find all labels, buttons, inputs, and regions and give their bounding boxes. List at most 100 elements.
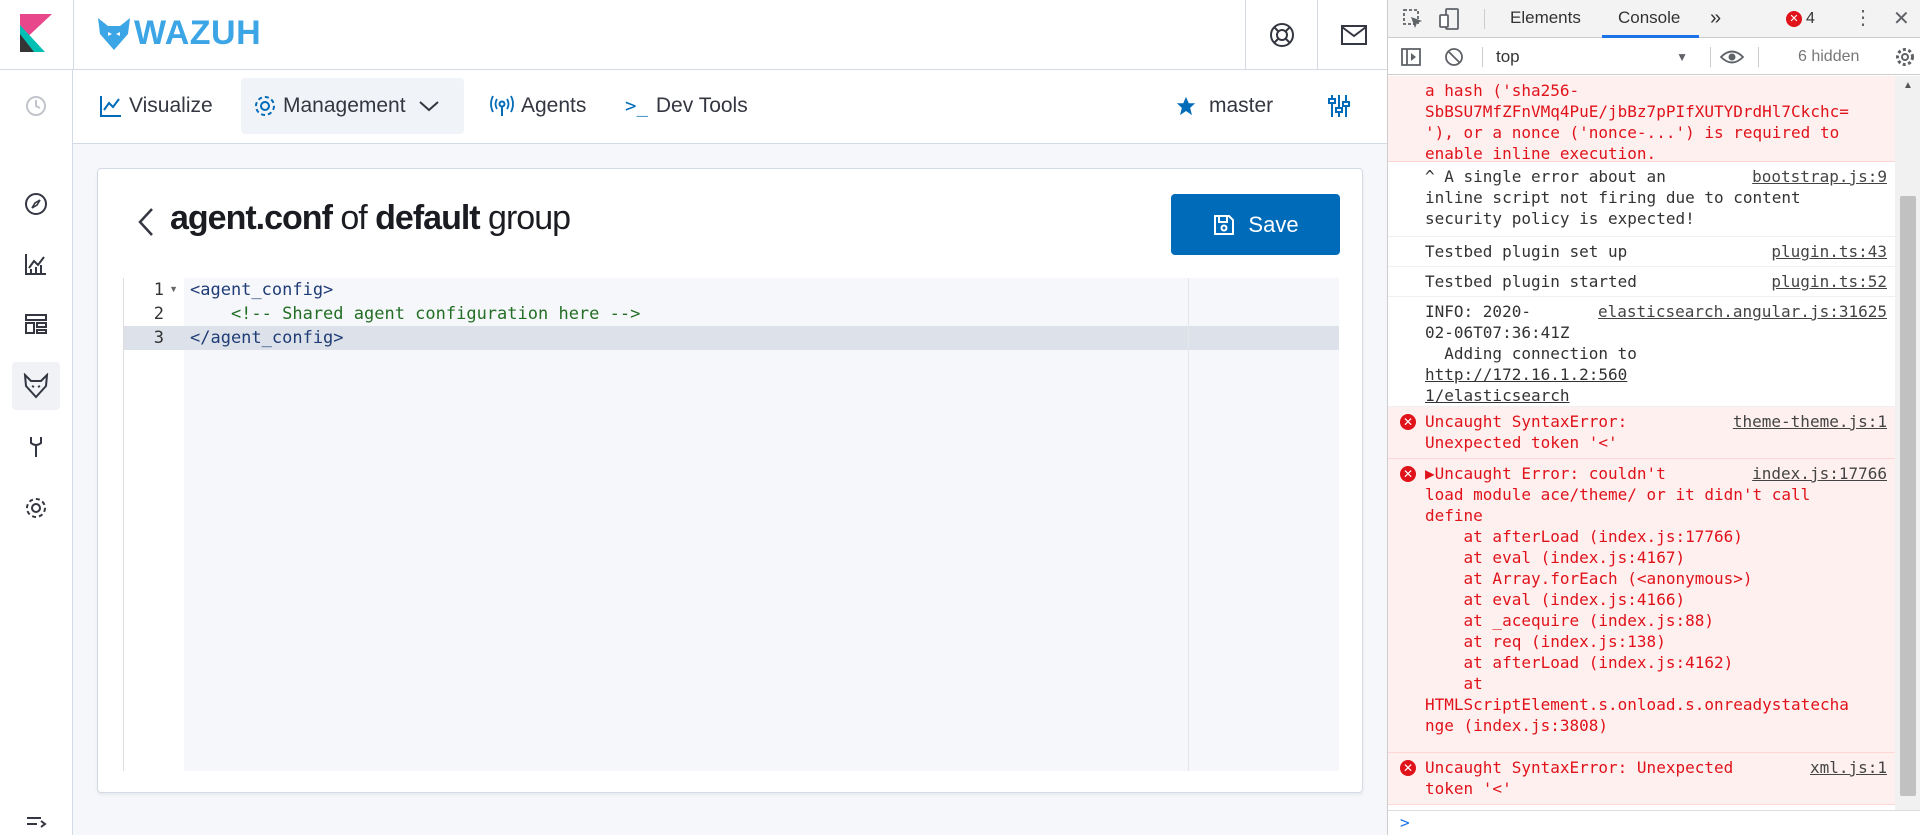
kibana-logo[interactable] [20,14,52,52]
header-bar: WAZUH [0,0,1387,70]
more-tabs-button[interactable]: » [1710,0,1721,38]
wazuh-wolf-icon [98,17,130,50]
wrench-icon [30,437,42,457]
show-sidebar-icon[interactable] [1400,47,1422,67]
line-number: 2 [153,304,164,324]
error-icon: ✕ [1400,414,1416,430]
title-file: agent.conf [170,199,333,237]
clear-console-icon[interactable] [1444,47,1464,67]
kebab-menu-icon[interactable]: ⋮ [1853,8,1873,28]
wazuh-menu-bar: Visualize Management Agents >_ Dev Tools… [73,70,1387,144]
cluster-selector[interactable]: master [1163,78,1285,134]
nav-recent[interactable] [12,82,60,130]
page-title: agent.conf of default group [170,199,571,238]
code-line: </agent_config> [190,328,344,348]
menu-visualize[interactable]: Visualize [87,78,225,134]
save-label: Save [1248,211,1299,237]
console-message[interactable]: a hash ('sha256- SbBSU7MfZFnVMq4PuE/jbBz… [1388,76,1895,163]
message-source-link[interactable]: plugin.ts:52 [1771,271,1887,292]
menu-devtools[interactable]: >_ Dev Tools [613,78,760,134]
error-icon: ✕ [1400,466,1416,482]
hidden-count[interactable]: 6 hidden [1798,39,1859,75]
tab-console[interactable]: Console [1618,0,1680,38]
save-icon [1214,214,1235,235]
help-lifebuoy-icon [1269,23,1294,47]
inspect-element-icon[interactable] [1402,8,1424,30]
editor-gutter: 1 ▼ 2 3 [123,278,185,771]
settings-sliders-button[interactable] [1315,78,1369,134]
nav-management[interactable] [12,484,60,532]
message-source-link[interactable]: plugin.ts:43 [1771,241,1887,262]
devtools-tab-bar: Elements Console » ✕ 4 ⋮ ✕ [1388,0,1920,38]
nav-wazuh[interactable] [12,362,60,410]
code-line: <!-- Shared agent configuration here --> [190,304,641,324]
nav-dashboard[interactable] [12,300,60,348]
back-button[interactable] [136,207,156,242]
prompt-chevron-icon: > [1400,813,1410,832]
devtools-panel: Elements Console » ✕ 4 ⋮ ✕ top ▼ 6 hidde… [1387,0,1920,835]
scrollbar-thumb[interactable] [1900,196,1916,796]
nav-discover[interactable] [12,180,60,228]
context-selector[interactable]: top ▼ [1496,39,1696,75]
close-icon[interactable]: ✕ [1893,6,1910,31]
collapse-menu-icon [27,817,47,828]
code-line: <agent_config> [190,280,334,300]
code-editor[interactable]: 1 ▼ 2 3 <agent_config> <!-- Shared agent… [123,278,1339,771]
compass-icon [25,193,47,215]
console-message[interactable]: Testbed plugin started plugin.ts:52 [1388,267,1895,297]
fold-arrow-icon[interactable]: ▼ [169,284,178,294]
title-group: group [479,199,571,237]
dashboard-icon [25,314,47,334]
nav-devtools[interactable] [12,423,60,471]
nav-collapse[interactable] [12,810,60,834]
active-line-highlight [184,326,1339,350]
line-number: 3 [124,326,185,350]
message-source-link[interactable]: elasticsearch.angular.js:31625 [1598,301,1887,322]
save-button[interactable]: Save [1171,194,1340,255]
dropdown-arrow-icon: ▼ [1676,50,1688,64]
title-of: of [331,199,376,237]
newsfeed-button[interactable] [1317,0,1389,70]
console-message[interactable]: INFO: 2020- 02-06T07:36:41Z Adding conne… [1388,297,1895,407]
toolbar-divider [1484,9,1485,29]
console-prompt-icon: >_ [625,95,648,117]
menu-management[interactable]: Management [241,78,464,134]
editor-content[interactable]: <agent_config> <!-- Shared agent configu… [184,278,1339,771]
console-message[interactable]: ✕ ▶Uncaught Error: couldn't load module … [1388,459,1895,753]
active-tab-indicator [1602,35,1699,38]
error-counter[interactable]: ✕ 4 [1786,10,1815,28]
message-url-link[interactable]: http://172.16.1.2:560 1/elasticsearch [1425,364,1627,406]
header-divider [73,0,74,70]
wazuh-logo[interactable]: WAZUH [96,14,261,53]
sliders-icon [1328,95,1350,117]
clock-icon [26,96,46,116]
visualize-chart-icon [25,254,46,275]
message-source-link[interactable]: theme-theme.js:1 [1732,411,1887,432]
chevron-left-icon [138,208,153,236]
scroll-up-arrow-icon[interactable]: ▲ [1903,80,1913,91]
console-message[interactable]: ^ A single error about an inline script … [1388,162,1895,237]
help-button[interactable] [1245,0,1317,70]
console-scrollbar[interactable]: ▲ [1895,76,1920,811]
message-source-link[interactable]: index.js:17766 [1752,463,1887,484]
message-source-link[interactable]: bootstrap.js:9 [1752,166,1887,187]
message-text: ▶Uncaught Error: couldn't load module ac… [1425,464,1849,735]
console-message[interactable]: ✕ Uncaught SyntaxError: Unexpected token… [1388,753,1895,805]
error-icon: ✕ [1400,760,1416,776]
mail-icon [1340,25,1367,45]
agents-broadcast-icon [490,95,514,116]
menu-visualize-label: Visualize [129,94,213,117]
message-source-link[interactable]: xml.js:1 [1809,757,1887,778]
gear-icon[interactable] [1895,47,1915,67]
console-input[interactable]: > [1388,810,1920,835]
toolbar-divider [1710,47,1711,67]
nav-visualize[interactable] [12,240,60,288]
gear-icon [26,498,46,518]
console-message[interactable]: ✕ Uncaught SyntaxError: Unexpected token… [1388,407,1895,459]
console-message[interactable]: Testbed plugin set up plugin.ts:43 [1388,237,1895,267]
console-messages[interactable]: a hash ('sha256- SbBSU7MfZFnVMq4PuE/jbBz… [1388,76,1895,811]
eye-icon[interactable] [1719,48,1745,66]
tab-elements[interactable]: Elements [1510,0,1581,38]
menu-agents[interactable]: Agents [477,78,598,134]
device-toggle-icon[interactable] [1438,7,1462,31]
